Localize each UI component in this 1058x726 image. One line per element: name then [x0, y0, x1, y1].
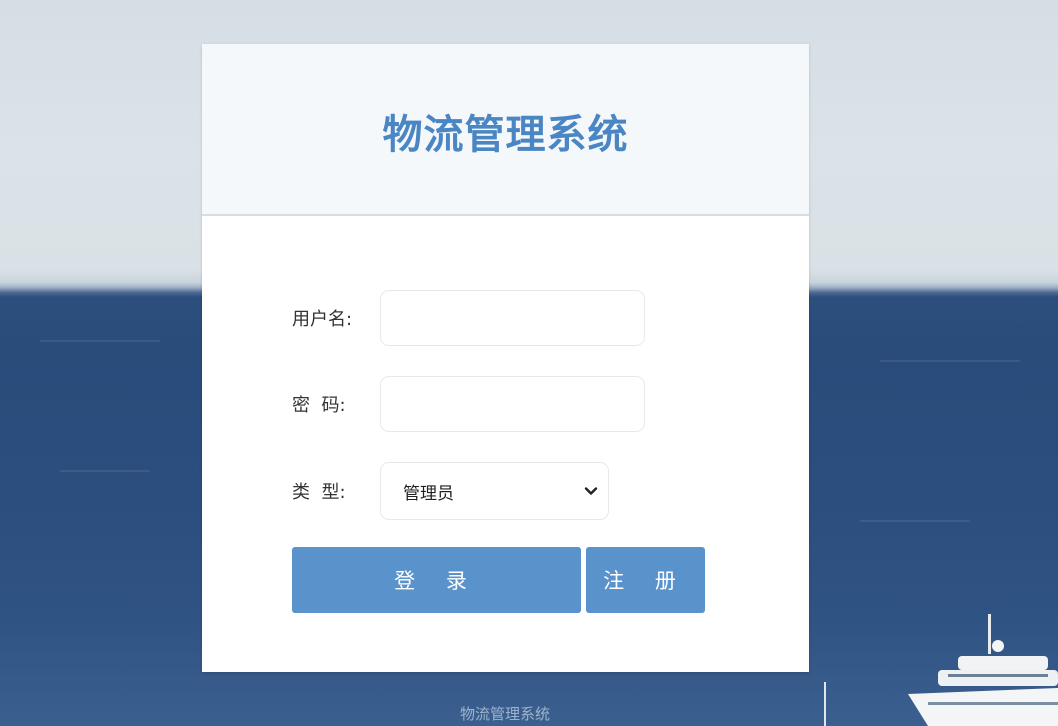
wave-line — [860, 520, 970, 522]
chevron-down-icon — [584, 487, 598, 495]
type-label: 类 型: — [292, 482, 346, 503]
type-select[interactable]: 管理员 — [380, 462, 609, 520]
wave-line — [880, 360, 1020, 362]
wave-line — [60, 470, 150, 472]
password-input[interactable] — [380, 376, 645, 432]
wave-line — [40, 340, 160, 342]
login-card: 物流管理系统 用户名: 密 码: 类 型: 管理员 登 录 注 册 — [202, 44, 809, 672]
password-row: 密 码: — [292, 376, 645, 432]
type-row: 类 型: 管理员 — [292, 462, 609, 520]
card-header: 物流管理系统 — [202, 44, 809, 216]
password-label: 密 码: — [292, 395, 346, 416]
username-input[interactable] — [380, 290, 645, 346]
register-button[interactable]: 注 册 — [586, 547, 705, 613]
footer-text: 物流管理系统 — [459, 705, 550, 723]
username-label: 用户名: — [292, 309, 353, 330]
login-button[interactable]: 登 录 — [292, 547, 581, 613]
page-title: 物流管理系统 — [382, 112, 629, 158]
type-select-value: 管理员 — [403, 483, 454, 504]
register-button-label: 注 册 — [603, 569, 688, 593]
username-row: 用户名: — [292, 290, 645, 346]
login-button-label: 登 录 — [394, 569, 479, 593]
